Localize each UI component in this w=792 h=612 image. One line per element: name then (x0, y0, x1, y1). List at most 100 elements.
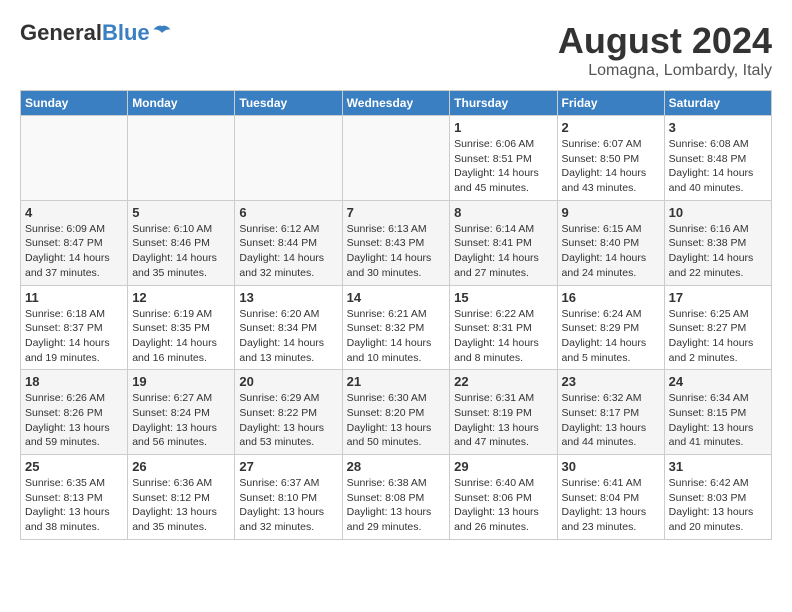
day-info: Sunrise: 6:35 AM Sunset: 8:13 PM Dayligh… (25, 476, 123, 535)
calendar-cell: 26 Sunrise: 6:36 AM Sunset: 8:12 PM Dayli… (128, 455, 235, 540)
day-number: 1 (454, 120, 552, 135)
calendar-cell: 17 Sunrise: 6:25 AM Sunset: 8:27 PM Dayli… (664, 285, 771, 370)
location: Lomagna, Lombardy, Italy (558, 62, 772, 80)
calendar-cell: 5Sunrise: 6:10 AM Sunset: 8:46 PM Daylig… (128, 200, 235, 285)
day-number: 15 (454, 290, 552, 305)
day-number: 9 (562, 205, 660, 220)
calendar-cell: 22 Sunrise: 6:31 AM Sunset: 8:19 PM Dayli… (450, 370, 557, 455)
day-info: Sunrise: 6:16 AM Sunset: 8:38 PM Dayligh… (669, 222, 767, 281)
day-info: Sunrise: 6:30 AM Sunset: 8:20 PM Dayligh… (347, 391, 446, 450)
calendar-week-row: 11 Sunrise: 6:18 AM Sunset: 8:37 PM Dayli… (21, 285, 772, 370)
day-number: 23 (562, 374, 660, 389)
day-number: 27 (239, 459, 337, 474)
day-info: Sunrise: 6:12 AM Sunset: 8:44 PM Dayligh… (239, 222, 337, 281)
calendar-cell: 30Sunrise: 6:41 AM Sunset: 8:04 PM Dayli… (557, 455, 664, 540)
weekday-header-wednesday: Wednesday (342, 91, 450, 116)
day-number: 19 (132, 374, 230, 389)
day-number: 12 (132, 290, 230, 305)
calendar-cell (342, 116, 450, 201)
calendar-cell: 11 Sunrise: 6:18 AM Sunset: 8:37 PM Dayli… (21, 285, 128, 370)
weekday-header-sunday: Sunday (21, 91, 128, 116)
weekday-header-monday: Monday (128, 91, 235, 116)
month-title: August 2024 (558, 20, 772, 62)
day-number: 16 (562, 290, 660, 305)
calendar-cell: 7 Sunrise: 6:13 AM Sunset: 8:43 PM Daylig… (342, 200, 450, 285)
day-info: Sunrise: 6:31 AM Sunset: 8:19 PM Dayligh… (454, 391, 552, 450)
day-info: Sunrise: 6:22 AM Sunset: 8:31 PM Dayligh… (454, 307, 552, 366)
calendar-cell (21, 116, 128, 201)
day-number: 11 (25, 290, 123, 305)
day-number: 20 (239, 374, 337, 389)
weekday-header-row: SundayMondayTuesdayWednesdayThursdayFrid… (21, 91, 772, 116)
calendar-cell: 3 Sunrise: 6:08 AM Sunset: 8:48 PM Daylig… (664, 116, 771, 201)
day-info: Sunrise: 6:20 AM Sunset: 8:34 PM Dayligh… (239, 307, 337, 366)
day-info: Sunrise: 6:06 AM Sunset: 8:51 PM Dayligh… (454, 137, 552, 196)
day-info: Sunrise: 6:29 AM Sunset: 8:22 PM Dayligh… (239, 391, 337, 450)
calendar-cell: 20 Sunrise: 6:29 AM Sunset: 8:22 PM Dayli… (235, 370, 342, 455)
calendar-cell: 19 Sunrise: 6:27 AM Sunset: 8:24 PM Dayli… (128, 370, 235, 455)
day-info: Sunrise: 6:24 AM Sunset: 8:29 PM Dayligh… (562, 307, 660, 366)
calendar-cell (235, 116, 342, 201)
calendar-cell: 31 Sunrise: 6:42 AM Sunset: 8:03 PM Dayli… (664, 455, 771, 540)
day-number: 7 (347, 205, 446, 220)
day-info: Sunrise: 6:37 AM Sunset: 8:10 PM Dayligh… (239, 476, 337, 535)
calendar-week-row: 4 Sunrise: 6:09 AM Sunset: 8:47 PM Daylig… (21, 200, 772, 285)
day-info: Sunrise: 6:07 AM Sunset: 8:50 PM Dayligh… (562, 137, 660, 196)
weekday-header-saturday: Saturday (664, 91, 771, 116)
day-info: Sunrise: 6:32 AM Sunset: 8:17 PM Dayligh… (562, 391, 660, 450)
day-info: Sunrise: 6:08 AM Sunset: 8:48 PM Dayligh… (669, 137, 767, 196)
calendar-cell: 13 Sunrise: 6:20 AM Sunset: 8:34 PM Dayli… (235, 285, 342, 370)
calendar-week-row: 25Sunrise: 6:35 AM Sunset: 8:13 PM Dayli… (21, 455, 772, 540)
calendar-cell: 8Sunrise: 6:14 AM Sunset: 8:41 PM Daylig… (450, 200, 557, 285)
day-number: 29 (454, 459, 552, 474)
day-number: 6 (239, 205, 337, 220)
calendar-cell: 6 Sunrise: 6:12 AM Sunset: 8:44 PM Daylig… (235, 200, 342, 285)
calendar-cell: 14Sunrise: 6:21 AM Sunset: 8:32 PM Dayli… (342, 285, 450, 370)
weekday-header-friday: Friday (557, 91, 664, 116)
calendar-cell: 29 Sunrise: 6:40 AM Sunset: 8:06 PM Dayli… (450, 455, 557, 540)
day-number: 10 (669, 205, 767, 220)
day-number: 31 (669, 459, 767, 474)
weekday-header-tuesday: Tuesday (235, 91, 342, 116)
day-number: 2 (562, 120, 660, 135)
calendar-cell: 27 Sunrise: 6:37 AM Sunset: 8:10 PM Dayli… (235, 455, 342, 540)
day-info: Sunrise: 6:26 AM Sunset: 8:26 PM Dayligh… (25, 391, 123, 450)
day-number: 3 (669, 120, 767, 135)
title-area: August 2024 Lomagna, Lombardy, Italy (558, 20, 772, 80)
day-info: Sunrise: 6:14 AM Sunset: 8:41 PM Dayligh… (454, 222, 552, 281)
day-number: 17 (669, 290, 767, 305)
day-info: Sunrise: 6:34 AM Sunset: 8:15 PM Dayligh… (669, 391, 767, 450)
calendar-cell: 21 Sunrise: 6:30 AM Sunset: 8:20 PM Dayli… (342, 370, 450, 455)
calendar-cell: 25Sunrise: 6:35 AM Sunset: 8:13 PM Dayli… (21, 455, 128, 540)
day-info: Sunrise: 6:27 AM Sunset: 8:24 PM Dayligh… (132, 391, 230, 450)
calendar-cell: 2 Sunrise: 6:07 AM Sunset: 8:50 PM Daylig… (557, 116, 664, 201)
day-info: Sunrise: 6:36 AM Sunset: 8:12 PM Dayligh… (132, 476, 230, 535)
day-info: Sunrise: 6:42 AM Sunset: 8:03 PM Dayligh… (669, 476, 767, 535)
day-info: Sunrise: 6:15 AM Sunset: 8:40 PM Dayligh… (562, 222, 660, 281)
logo-bird-icon (152, 24, 172, 42)
day-info: Sunrise: 6:41 AM Sunset: 8:04 PM Dayligh… (562, 476, 660, 535)
day-info: Sunrise: 6:38 AM Sunset: 8:08 PM Dayligh… (347, 476, 446, 535)
day-info: Sunrise: 6:19 AM Sunset: 8:35 PM Dayligh… (132, 307, 230, 366)
day-info: Sunrise: 6:18 AM Sunset: 8:37 PM Dayligh… (25, 307, 123, 366)
calendar-week-row: 18Sunrise: 6:26 AM Sunset: 8:26 PM Dayli… (21, 370, 772, 455)
page-header: GeneralBlue August 2024 Lomagna, Lombard… (20, 20, 772, 80)
day-number: 21 (347, 374, 446, 389)
logo-general: GeneralBlue (20, 20, 150, 46)
calendar-cell: 4 Sunrise: 6:09 AM Sunset: 8:47 PM Daylig… (21, 200, 128, 285)
day-info: Sunrise: 6:13 AM Sunset: 8:43 PM Dayligh… (347, 222, 446, 281)
day-info: Sunrise: 6:10 AM Sunset: 8:46 PM Dayligh… (132, 222, 230, 281)
day-info: Sunrise: 6:21 AM Sunset: 8:32 PM Dayligh… (347, 307, 446, 366)
day-number: 4 (25, 205, 123, 220)
calendar-week-row: 1 Sunrise: 6:06 AM Sunset: 8:51 PM Daylig… (21, 116, 772, 201)
day-info: Sunrise: 6:25 AM Sunset: 8:27 PM Dayligh… (669, 307, 767, 366)
day-number: 26 (132, 459, 230, 474)
day-info: Sunrise: 6:40 AM Sunset: 8:06 PM Dayligh… (454, 476, 552, 535)
day-number: 13 (239, 290, 337, 305)
day-info: Sunrise: 6:09 AM Sunset: 8:47 PM Dayligh… (25, 222, 123, 281)
calendar-cell: 9 Sunrise: 6:15 AM Sunset: 8:40 PM Daylig… (557, 200, 664, 285)
calendar-table: SundayMondayTuesdayWednesdayThursdayFrid… (20, 90, 772, 540)
calendar-cell: 10 Sunrise: 6:16 AM Sunset: 8:38 PM Dayli… (664, 200, 771, 285)
logo: GeneralBlue (20, 20, 172, 46)
day-number: 22 (454, 374, 552, 389)
